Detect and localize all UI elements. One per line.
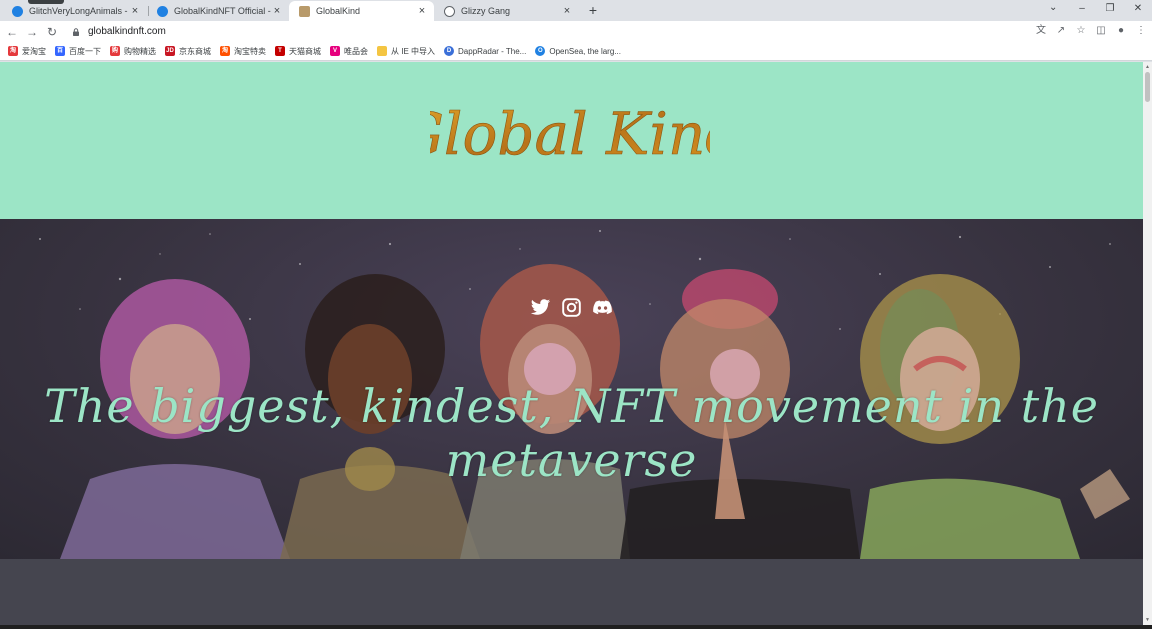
taobao-icon: 淘 — [220, 46, 230, 56]
bookmark-taobao-temai[interactable]: 淘淘宝特卖 — [220, 46, 266, 57]
minimize-icon[interactable]: – — [1068, 0, 1096, 20]
social-links — [530, 297, 613, 318]
vip-icon: V — [330, 46, 340, 56]
tab-label: GlobalKind — [316, 6, 361, 16]
bookmark-tmall[interactable]: T 天猫商城 — [275, 46, 321, 57]
tmall-icon: T — [275, 46, 285, 56]
lock-icon — [73, 27, 79, 36]
new-tab-button[interactable]: + — [585, 2, 601, 18]
shopping-icon: 购 — [110, 46, 120, 56]
tab-strip: GlitchVeryLongAnimals - Colle × GlobalKi… — [0, 0, 1152, 21]
bookmark-aitaobao[interactable]: 淘爱淘宝 — [8, 46, 46, 57]
forward-arrow-icon[interactable]: → — [22, 25, 42, 39]
taobao-icon: 淘 — [8, 46, 18, 56]
bookmark-vip[interactable]: V 唯品会 — [330, 46, 368, 57]
baidu-icon: 百 — [55, 46, 65, 56]
close-tab-icon[interactable]: × — [129, 5, 141, 17]
address-bar[interactable]: globalkindnft.com — [66, 22, 1026, 41]
logo-text: Global Kind — [430, 100, 710, 168]
profile-avatar-icon[interactable]: ● — [1114, 24, 1128, 38]
content-section — [0, 559, 1143, 625]
opensea-icon: O — [535, 46, 546, 56]
translate-icon[interactable]: 文 — [1034, 24, 1048, 38]
bookmark-baidu[interactable]: 百百度一下 — [55, 46, 101, 57]
bookmark-star-icon[interactable]: ☆ — [1074, 24, 1088, 38]
close-window-icon[interactable]: ✕ — [1124, 0, 1152, 20]
bookmark-label: OpenSea, the larg... — [549, 46, 621, 56]
scroll-up-arrow-icon[interactable]: ▲ — [1145, 64, 1150, 70]
bookmark-opensea[interactable]: O OpenSea, the larg... — [535, 46, 621, 56]
tab-label: GlobalKindNFT Official - Colle — [174, 6, 271, 16]
bookmarks-bar: 淘爱淘宝 百百度一下 购购物精选 JD 京东商城 淘淘宝特卖 T 天猫商城 V 唯品会… — [0, 42, 1152, 61]
bookmark-label: 百度一下 — [69, 46, 101, 56]
share-icon[interactable]: ↗ — [1054, 24, 1068, 38]
tab-globalkindnft-official[interactable]: GlobalKindNFT Official - Colle × — [147, 1, 289, 21]
discord-icon[interactable] — [592, 297, 613, 318]
tab-glizzy-gang[interactable]: Glizzy Gang × — [434, 1, 579, 21]
side-panel-icon[interactable]: ◫ — [1094, 24, 1108, 38]
site-header: Global Kind — [0, 62, 1143, 219]
twitter-icon[interactable] — [530, 297, 551, 318]
page-scrollbar[interactable]: ▲ ▼ — [1143, 62, 1152, 625]
bookmark-label: DappRadar - The... — [458, 46, 527, 56]
bookmark-label: 淘宝特卖 — [234, 46, 266, 56]
menu-kebab-icon[interactable]: ⋮ — [1134, 24, 1148, 38]
hero-banner: The biggest, kindest, NFT movement in th… — [0, 219, 1143, 559]
back-arrow-icon[interactable]: ← — [2, 25, 22, 39]
scrollbar-thumb[interactable] — [1145, 72, 1150, 102]
globalkind-favicon-icon — [299, 5, 310, 17]
bookmark-label: 从 IE 中导入 — [391, 46, 436, 56]
dappradar-icon: D — [444, 46, 455, 56]
reload-icon[interactable]: ↻ — [42, 25, 62, 39]
bookmark-label: 爱淘宝 — [22, 46, 46, 56]
tab-label: Glizzy Gang — [461, 6, 511, 16]
opensea-favicon-icon — [157, 5, 168, 17]
tab-label: GlitchVeryLongAnimals - Colle — [29, 6, 129, 16]
globalkind-logo[interactable]: Global Kind — [430, 92, 710, 182]
bookmark-label: 购物精选 — [124, 46, 156, 56]
window-controls: – ❐ ✕ — [1068, 0, 1152, 20]
os-taskbar-edge — [0, 625, 1152, 629]
tab-globalkind[interactable]: GlobalKind × — [289, 1, 434, 21]
instagram-icon[interactable] — [561, 297, 582, 318]
jd-icon: JD — [165, 46, 175, 56]
tab-search-chevron-icon[interactable]: ⌄ — [1049, 2, 1057, 13]
bookmark-gouwujingxuan[interactable]: 购购物精选 — [110, 46, 156, 57]
opensea-favicon-icon — [12, 5, 23, 17]
url-text: globalkindnft.com — [88, 26, 166, 37]
scroll-down-arrow-icon[interactable]: ▼ — [1145, 617, 1150, 623]
bookmark-label: 天猫商城 — [289, 46, 321, 56]
bookmark-jd[interactable]: JD 京东商城 — [165, 46, 211, 57]
tab-glitchverylonganimals[interactable]: GlitchVeryLongAnimals - Colle × — [2, 1, 147, 21]
web-page: Global Kind — [0, 62, 1143, 625]
browser-toolbar: ← → ↻ globalkindnft.com 文 ↗ ☆ ◫ ● ⋮ — [0, 21, 1152, 42]
bookmark-dappradar[interactable]: D DappRadar - The... — [444, 46, 526, 56]
folder-icon — [377, 46, 387, 56]
globe-favicon-icon — [444, 5, 455, 17]
bookmark-folder-ie-import[interactable]: 从 IE 中导入 — [377, 46, 435, 57]
close-tab-icon[interactable]: × — [416, 5, 428, 17]
close-tab-icon[interactable]: × — [271, 5, 283, 17]
bookmark-label: 京东商城 — [179, 46, 211, 56]
close-tab-icon[interactable]: × — [561, 5, 573, 17]
hero-tagline: The biggest, kindest, NFT movement in th… — [44, 379, 1099, 487]
bookmark-label: 唯品会 — [344, 46, 368, 56]
toolbar-actions: 文 ↗ ☆ ◫ ● ⋮ — [1034, 24, 1148, 38]
restore-icon[interactable]: ❐ — [1096, 0, 1124, 20]
